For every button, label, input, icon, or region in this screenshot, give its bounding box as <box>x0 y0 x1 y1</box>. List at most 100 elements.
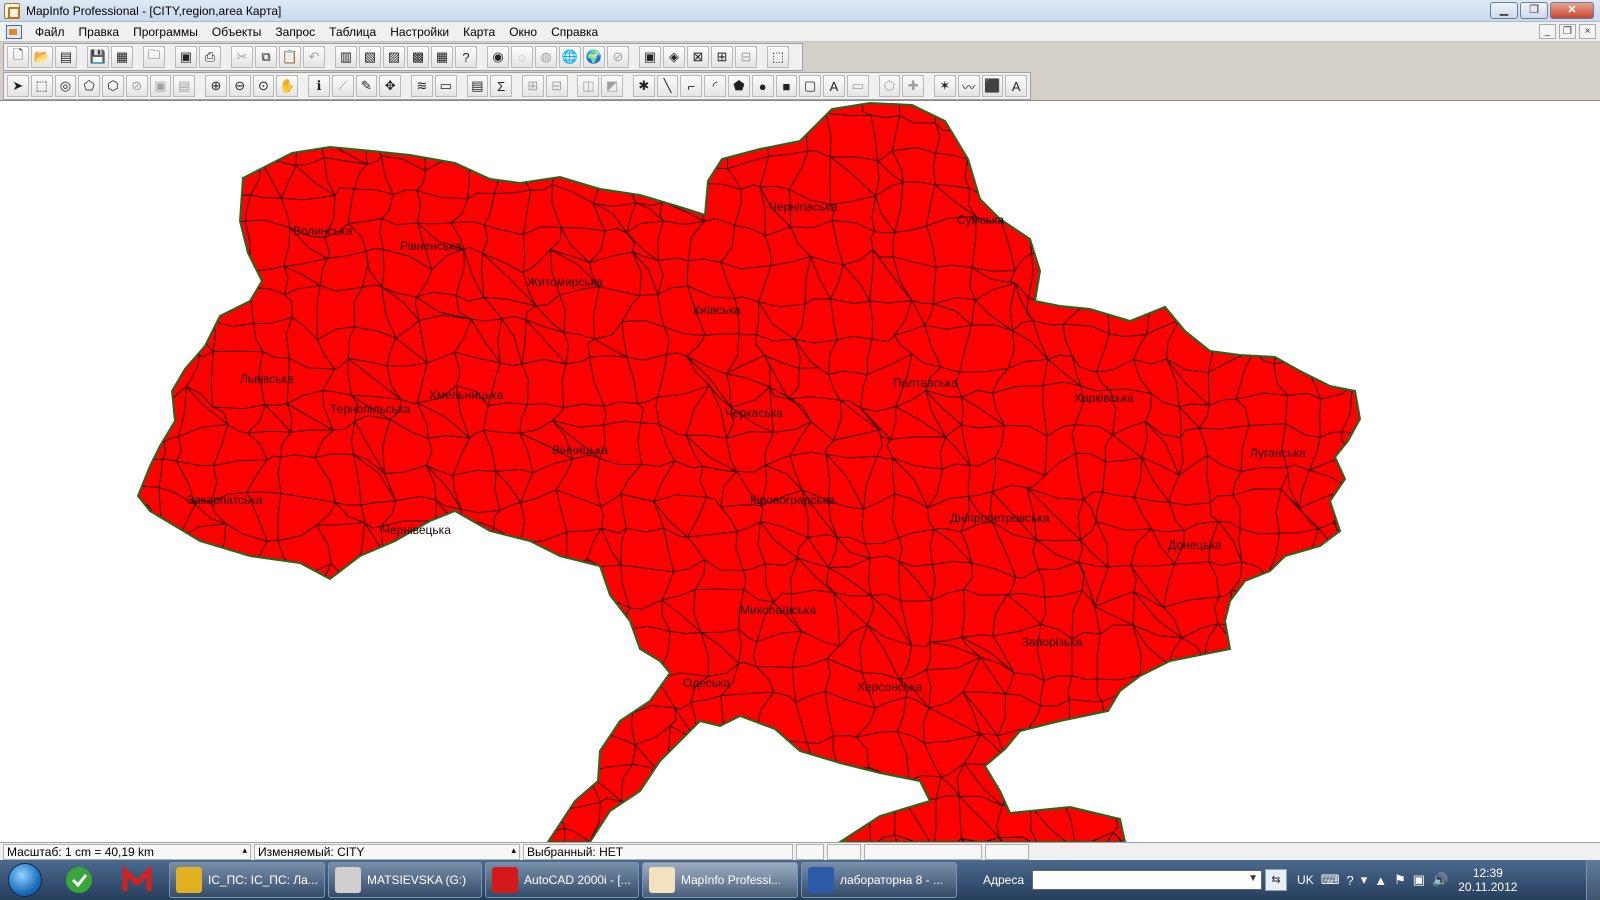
scale-field[interactable]: Масштаб: 1 cm = 40,19 km ▴ <box>3 843 251 860</box>
open-dbms-icon[interactable]: 🗀 <box>143 46 165 68</box>
menu-help[interactable]: Справка <box>544 25 605 39</box>
select-icon[interactable]: ➤ <box>7 75 29 97</box>
address-dropdown-icon[interactable]: ▼ <box>1248 873 1258 884</box>
symbol-icon[interactable]: ✱ <box>632 75 655 97</box>
language-indicator[interactable]: UK <box>1297 873 1314 887</box>
clip-region-icon[interactable]: ⊞ <box>522 75 544 97</box>
add-node-icon[interactable]: ✚ <box>902 75 925 97</box>
task-chrome[interactable]: ІС_ПС: ІС_ПС: Ла... <box>169 862 325 898</box>
menu-file[interactable]: Файл <box>28 25 72 39</box>
menu-map[interactable]: Карта <box>456 25 502 39</box>
rectangle-icon[interactable]: ■ <box>775 75 798 97</box>
open-icon[interactable]: 📂 <box>31 46 53 68</box>
new-grapher-icon[interactable]: ▨ <box>383 46 405 68</box>
ruler-icon[interactable]: ▭ <box>434 75 457 97</box>
redistrict-icon[interactable]: ▦ <box>431 46 453 68</box>
cut-icon[interactable]: ✂ <box>231 46 253 68</box>
pinned-app-2[interactable] <box>108 860 166 900</box>
tool-2-icon[interactable]: ◌ <box>511 46 533 68</box>
save-workspace-icon[interactable]: ▦ <box>111 46 133 68</box>
legend-icon[interactable]: ▤ <box>466 75 489 97</box>
zoom-out-icon[interactable]: ⊖ <box>228 75 251 97</box>
globe-icon[interactable]: 🌐 <box>559 46 581 68</box>
undo-icon[interactable]: ↶ <box>303 46 325 68</box>
arc-icon[interactable]: ◜ <box>704 75 726 97</box>
change-view-icon[interactable]: ⊙ <box>252 75 275 97</box>
polygon-select-icon[interactable]: ⬠ <box>78 75 101 97</box>
reshape-icon[interactable]: ⬠ <box>878 75 901 97</box>
scale-caret-icon[interactable]: ▴ <box>242 843 247 857</box>
new-mapper-icon[interactable]: ▧ <box>359 46 381 68</box>
rounded-rect-icon[interactable]: ▢ <box>799 75 822 97</box>
map-window[interactable]: Волинська Рівненська Житомирська Чернігівсь… <box>0 101 1600 842</box>
setcliop-icon[interactable]: ⊟ <box>545 75 568 97</box>
network-icon[interactable]: ▣ <box>1413 872 1425 888</box>
mapinfo-app-icon[interactable] <box>4 2 20 19</box>
editable-layer-field[interactable]: Изменяемый: CITY ▴ <box>254 843 520 860</box>
tool-6-icon[interactable]: ⊘ <box>607 46 629 68</box>
tool-7-icon[interactable]: ▣ <box>639 46 661 68</box>
invert-select-icon[interactable]: ▣ <box>149 75 172 97</box>
tray-options-icon[interactable]: ▾ <box>1361 872 1368 888</box>
address-go-button[interactable]: ⇆ <box>1265 869 1288 891</box>
frame-icon[interactable]: ▭ <box>846 75 869 97</box>
tool-b-icon[interactable]: ◩ <box>601 75 623 97</box>
menu-table[interactable]: Таблица <box>322 25 383 39</box>
line-icon[interactable]: ╲ <box>656 75 679 97</box>
graph-select-icon[interactable]: ▤ <box>173 75 196 97</box>
help-icon[interactable]: ? <box>455 46 477 68</box>
line-style-icon[interactable]: 〰 <box>957 75 980 97</box>
close-button[interactable]: ✕ <box>1550 2 1594 19</box>
country-shape[interactable] <box>137 102 1361 842</box>
menu-window[interactable]: Окно <box>502 25 544 39</box>
menu-objects[interactable]: Объекты <box>205 25 269 39</box>
editable-caret-icon[interactable]: ▴ <box>511 843 516 857</box>
statistics-icon[interactable]: Σ <box>490 75 513 97</box>
marquee-select-icon[interactable]: ⬚ <box>30 75 53 97</box>
tool-9-icon[interactable]: ⊠ <box>687 46 709 68</box>
unselect-all-icon[interactable]: ⊘ <box>125 75 148 97</box>
menu-edit[interactable]: Правка <box>72 25 127 39</box>
print-preview-icon[interactable]: ▣ <box>175 46 197 68</box>
maximize-button[interactable]: ❐ <box>1520 2 1548 19</box>
text-style-icon[interactable]: A <box>1005 75 1028 97</box>
pinned-app-1[interactable] <box>50 860 108 900</box>
doc-minimize-button[interactable]: _ <box>1539 24 1556 39</box>
copy-icon[interactable]: ⧉ <box>255 46 277 68</box>
volume-icon[interactable]: 🔊 <box>1432 872 1448 888</box>
radius-select-icon[interactable]: ◎ <box>54 75 77 97</box>
keyboard-icon[interactable]: ⌨ <box>1321 872 1340 888</box>
globe-search-icon[interactable]: 🌍 <box>583 46 605 68</box>
new-icon[interactable]: 🗋 <box>7 46 29 68</box>
region-style-icon[interactable]: ⬛ <box>981 75 1004 97</box>
new-browser-icon[interactable]: ▥ <box>335 46 357 68</box>
polygon-icon[interactable]: ⬟ <box>728 75 750 97</box>
doc-close-button[interactable]: × <box>1579 24 1596 39</box>
text-icon[interactable]: A <box>823 75 845 97</box>
document-window-icon[interactable] <box>6 24 22 39</box>
save-icon[interactable]: 💾 <box>87 46 109 68</box>
new-layout-icon[interactable]: ▩ <box>407 46 429 68</box>
help-tray-icon[interactable]: ? <box>1346 873 1353 888</box>
tool-11-icon[interactable]: ⊟ <box>735 46 757 68</box>
clock[interactable]: 12:39 20.11.2012 <box>1458 866 1517 894</box>
layer-control-icon[interactable]: ≋ <box>411 75 433 97</box>
ellipse-icon[interactable]: ● <box>751 75 774 97</box>
zoom-in-icon[interactable]: ⊕ <box>205 75 227 97</box>
minimize-button[interactable]: ▁ <box>1490 2 1518 19</box>
print-icon[interactable]: ⎙ <box>199 46 221 68</box>
tool-a-icon[interactable]: ◫ <box>577 75 600 97</box>
grabber-icon[interactable]: ✋ <box>276 75 299 97</box>
task-mapinfo[interactable]: MapInfo Professi... <box>642 862 798 898</box>
menu-tools[interactable]: Программы <box>126 25 205 39</box>
polyline-icon[interactable]: ⌐ <box>680 75 703 97</box>
task-explorer[interactable]: MATSIEVSKA (G:) <box>328 862 482 898</box>
boundary-select-icon[interactable]: ⬡ <box>102 75 124 97</box>
task-autocad[interactable]: AutoCAD 2000i - [... <box>485 862 639 898</box>
hotlink-icon[interactable]: ⟋ <box>331 75 354 97</box>
tool-10-icon[interactable]: ⊞ <box>711 46 733 68</box>
tool-8-icon[interactable]: ◈ <box>663 46 685 68</box>
symbol-style-icon[interactable]: ✶ <box>934 75 956 97</box>
label-icon[interactable]: ✎ <box>355 75 378 97</box>
start-button[interactable] <box>0 860 50 900</box>
